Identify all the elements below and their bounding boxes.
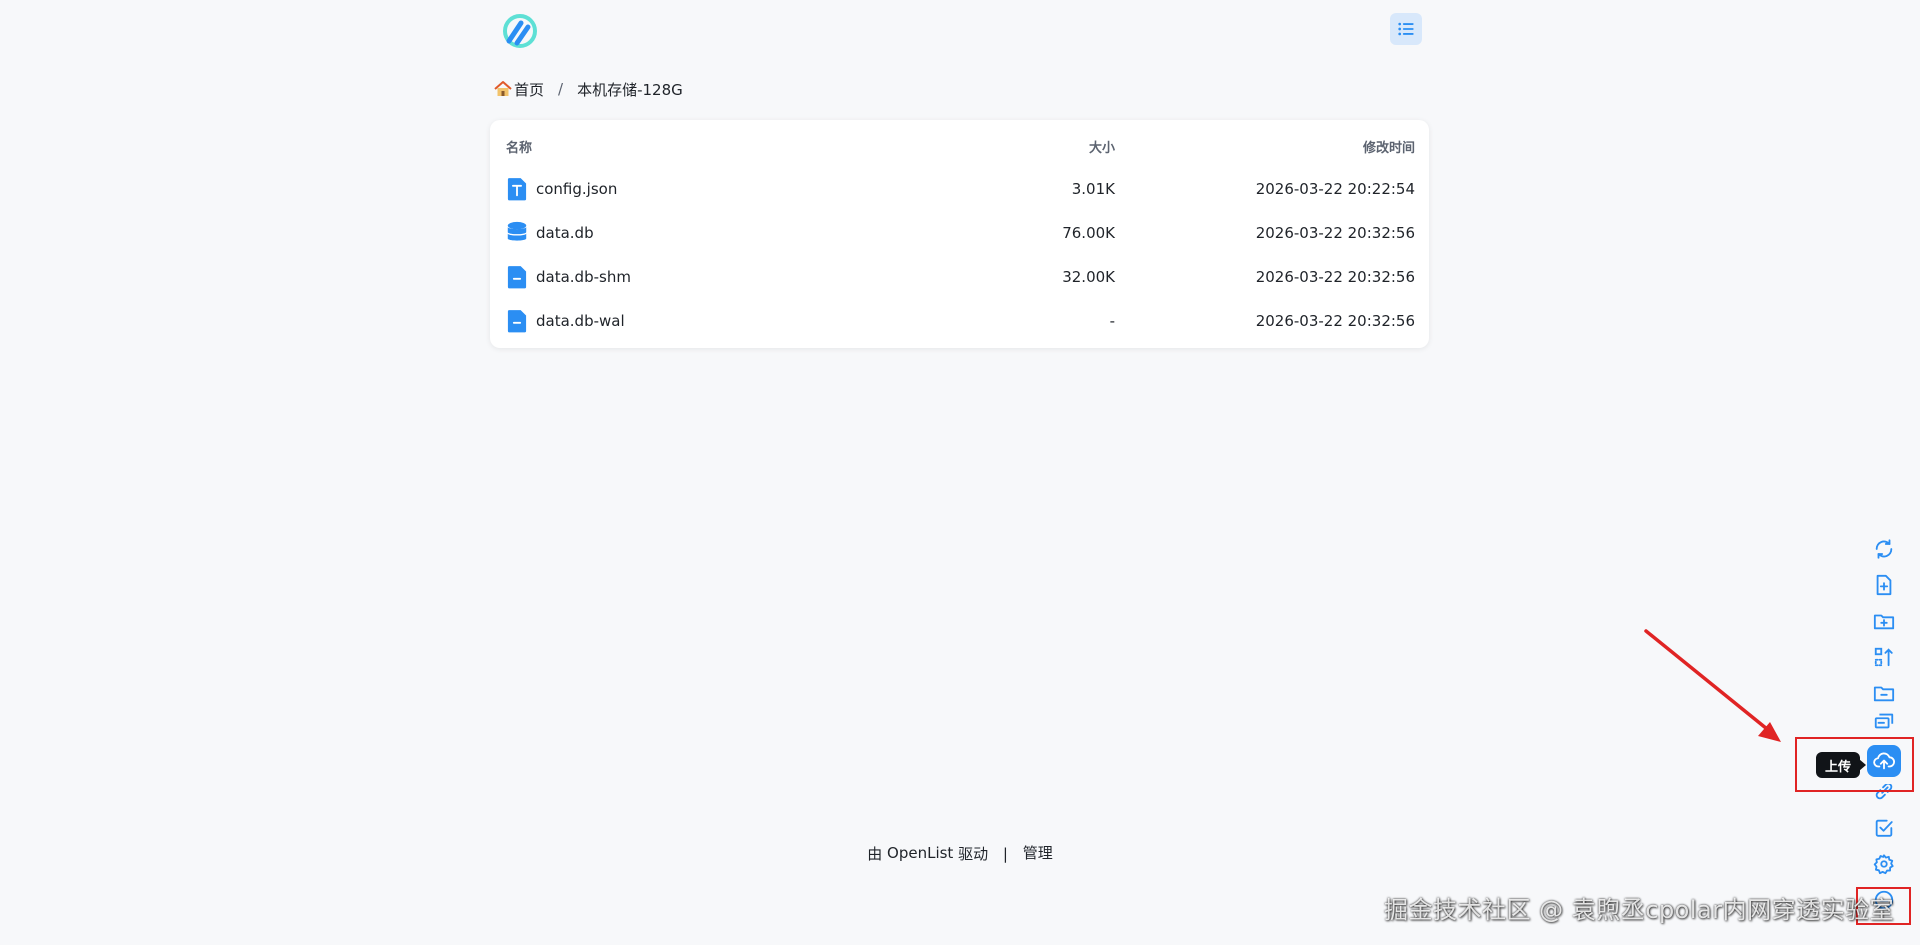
footer-powered-by-suffix: 驱动	[958, 845, 989, 863]
annotation-box-upload	[1795, 737, 1914, 792]
delete-folder-button[interactable]	[1866, 678, 1902, 708]
column-name[interactable]: 名称	[506, 134, 532, 158]
footer-admin-link[interactable]: 管理	[1023, 844, 1053, 862]
table-row[interactable]: data.db-shm 32.00K 2026-03-22 20:32:56	[490, 255, 1429, 299]
file-modified: 2026-03-22 20:22:54	[1255, 180, 1415, 198]
breadcrumb-home-label: 首页	[514, 80, 545, 99]
list-menu-button[interactable]	[1390, 13, 1422, 45]
list-menu-icon	[1398, 22, 1414, 36]
new-file-button[interactable]	[1866, 570, 1902, 600]
breadcrumb-home[interactable]: 首页	[494, 79, 544, 100]
footer: 由 OpenList 驱动 | 管理	[0, 842, 1920, 864]
breadcrumb-separator: /	[558, 80, 564, 98]
annotation-arrow	[1644, 629, 1781, 742]
file-size: -	[1109, 312, 1115, 330]
batch-rename-button[interactable]	[1866, 710, 1902, 730]
column-modified[interactable]: 修改时间	[1363, 134, 1415, 158]
file-modified: 2026-03-22 20:32:56	[1255, 224, 1415, 242]
table-row[interactable]: data.db 76.00K 2026-03-22 20:32:56	[490, 211, 1429, 255]
checkbox-icon	[1875, 819, 1893, 837]
table-row[interactable]: data.db-wal - 2026-03-22 20:32:56	[490, 299, 1429, 343]
watermark: 掘金技术社区 @ 袁煦丞cpolar内网穿透实验室	[1384, 896, 1895, 924]
table-row[interactable]: config.json 3.01K 2026-03-22 20:22:54	[490, 167, 1429, 211]
new-file-icon	[1876, 574, 1892, 596]
batch-rename-icon	[1874, 713, 1894, 729]
generic-file-icon	[506, 264, 528, 290]
footer-powered-by-prefix: 由	[867, 845, 883, 863]
home-icon	[494, 81, 512, 96]
breadcrumb-current[interactable]: 本机存储-128G	[577, 79, 683, 100]
page: 首页 / 本机存储-128G 名称 大小 修改时间 config.json 3.…	[0, 0, 1920, 945]
folder-minus-icon	[1873, 686, 1895, 702]
file-size: 3.01K	[1071, 180, 1115, 198]
settings-icon	[1873, 854, 1894, 875]
file-name: config.json	[536, 180, 618, 198]
file-list: 名称 大小 修改时间 config.json 3.01K 2026-03-22 …	[490, 120, 1429, 348]
database-icon	[506, 220, 528, 246]
file-modified: 2026-03-22 20:32:56	[1255, 268, 1415, 286]
file-name: data.db-shm	[536, 268, 631, 286]
file-list-header: 名称 大小 修改时间	[490, 134, 1429, 158]
new-folder-button[interactable]	[1866, 606, 1902, 636]
footer-separator: |	[1002, 844, 1008, 863]
sort-button[interactable]	[1866, 642, 1902, 672]
footer-openlist-link[interactable]: OpenList	[887, 844, 953, 862]
refresh-button[interactable]	[1866, 534, 1902, 564]
text-file-icon	[506, 176, 528, 202]
column-size[interactable]: 大小	[1089, 134, 1115, 158]
refresh-icon	[1875, 539, 1893, 559]
file-size: 32.00K	[1062, 268, 1115, 286]
generic-file-icon	[506, 308, 528, 334]
file-modified: 2026-03-22 20:32:56	[1255, 312, 1415, 330]
file-name: data.db-wal	[536, 312, 625, 330]
settings-button[interactable]	[1866, 849, 1902, 879]
openlist-logo-icon[interactable]	[500, 11, 540, 51]
new-folder-icon	[1873, 614, 1895, 630]
breadcrumb: 首页 / 本机存储-128G	[494, 78, 683, 100]
select-button[interactable]	[1866, 813, 1902, 843]
sort-icon	[1874, 647, 1893, 667]
file-size: 76.00K	[1062, 224, 1115, 242]
file-name: data.db	[536, 224, 594, 242]
